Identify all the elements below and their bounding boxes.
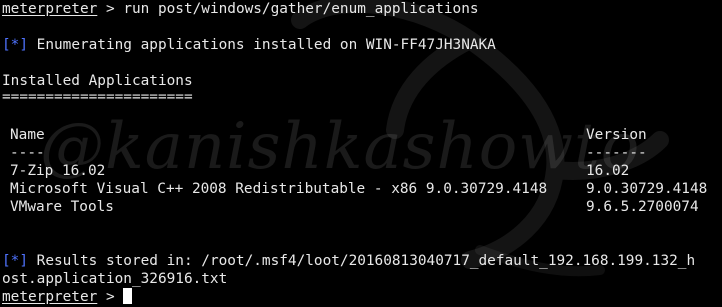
prompt-label: meterpreter: [2, 1, 98, 17]
separator-version: -------: [586, 145, 647, 161]
watermark-text: @kanishkashowto: [40, 110, 641, 184]
table-row-version: 16.02: [586, 163, 630, 179]
info-tag: [*]: [2, 37, 28, 53]
section-underline: ======================: [2, 89, 193, 105]
results-path-part2: ost.application_326916.txt: [2, 271, 228, 287]
info-tag: [*]: [2, 253, 28, 269]
table-row-name: VMware Tools: [10, 199, 114, 215]
table-row-name: 7-Zip 16.02: [10, 163, 106, 179]
enum-message: Enumerating applications installed on WI…: [28, 37, 496, 53]
command-text: run post/windows/gather/enum_application…: [123, 1, 479, 17]
prompt-label: meterpreter: [2, 289, 98, 305]
prompt-line[interactable]: meterpreter >: [2, 288, 133, 306]
terminal-window[interactable]: @kanishkashowto meterpreter > run post/w…: [0, 0, 722, 307]
column-header-version: Version: [586, 127, 647, 143]
results-line: [*] Results stored in: /root/.msf4/loot/…: [2, 252, 695, 270]
table-row-version: 9.0.30729.4148: [586, 181, 708, 197]
text-cursor: [123, 288, 133, 304]
command-line: meterpreter > run post/windows/gather/en…: [2, 0, 479, 18]
prompt-suffix: >: [97, 289, 124, 305]
table-header-row: Name: [10, 126, 45, 144]
column-header-name: Name: [10, 127, 45, 143]
table-row-version: 9.6.5.2700074: [586, 199, 699, 215]
table-row-name: Microsoft Visual C++ 2008 Redistributabl…: [10, 181, 548, 197]
enum-status-line: [*] Enumerating applications installed o…: [2, 36, 496, 54]
separator-name: ----: [10, 145, 45, 161]
results-path-part1: Results stored in: /root/.msf4/loot/2016…: [28, 253, 696, 269]
prompt-suffix: >: [97, 1, 124, 17]
